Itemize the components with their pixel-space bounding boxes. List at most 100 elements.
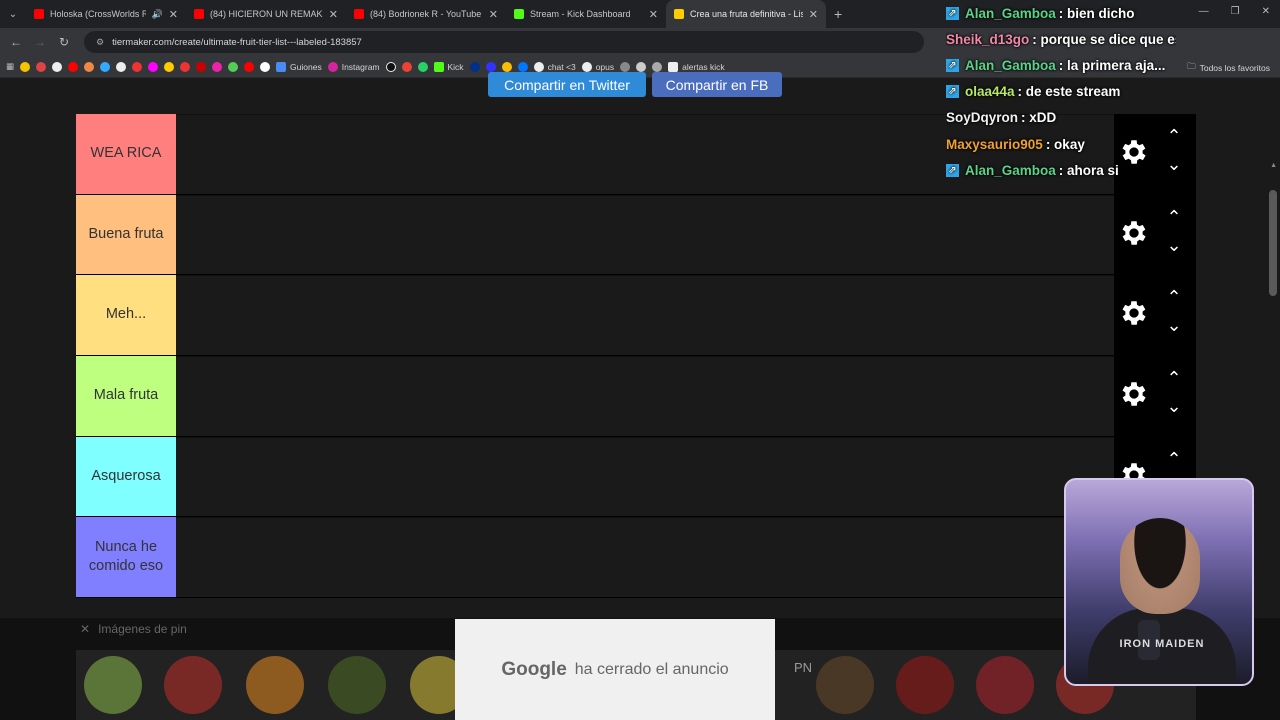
tier-label[interactable]: Nunca he comido eso [76,517,176,598]
minimize-icon[interactable]: — [1199,6,1209,17]
pool-header: ✕ Imágenes de pin [80,622,187,636]
forward-arrow-icon[interactable]: → [28,35,52,49]
move-up-chevron-icon[interactable]: ⌃ [1164,207,1184,228]
bookmark-icon-19[interactable] [620,61,631,72]
tier-row: Asquerosa⌃⌄ [76,436,1196,518]
move-up-chevron-icon[interactable]: ⌃ [1164,449,1184,470]
tab-close-icon[interactable]: ✕ [649,8,658,21]
fruit-image[interactable] [816,656,874,714]
fruit-image[interactable] [164,656,222,714]
tier-row: Meh... ⌃ ⌄ [76,275,1196,357]
url-text: tiermaker.com/create/ultimate-fruit-tier… [112,36,362,48]
move-down-chevron-icon[interactable]: ⌄ [1164,235,1184,256]
subscriber-badge-icon: ⇗ [946,6,959,20]
bookmark-icon-21[interactable] [652,61,663,72]
ad-extra-text: PN [794,660,813,675]
move-up-chevron-icon[interactable]: ⌃ [1164,287,1184,308]
browser-tab[interactable]: (84) Bodrionek R - YouTube ✕ [346,0,506,28]
tier-drop-zone[interactable] [176,436,1114,517]
maximize-icon[interactable]: ❐ [1231,6,1240,17]
bookmark-icon-10[interactable] [164,61,175,72]
tab-close-icon[interactable]: ✕ [329,8,338,21]
tier-label[interactable]: WEA RICA [76,114,176,194]
bookmark-icon-9[interactable] [148,61,159,72]
bookmark-icon-20[interactable] [636,61,647,72]
tab-title: Holoska (CrossWorlds Rem [50,9,146,19]
browser-tab[interactable]: (84) HICIERON UN REMAKE DE ✕ [186,0,346,28]
speaker-icon[interactable]: 🔊 [152,9,163,20]
tier-label[interactable]: Meh... [76,275,176,356]
bookmark-opus[interactable]: opus [581,61,614,72]
fruit-image[interactable] [896,656,954,714]
tab-close-icon[interactable]: ✕ [169,8,178,21]
address-bar[interactable]: ⚙ tiermaker.com/create/ultimate-fruit-ti… [84,31,924,53]
bookmark-icon-paypal[interactable] [469,61,480,72]
fruit-image[interactable] [84,656,142,714]
bookmark-icon-7[interactable] [116,61,127,72]
tier-label[interactable]: Asquerosa [76,436,176,517]
tab-title: (84) Bodrionek R - YouTube [370,9,482,19]
bookmark-icon-drive[interactable] [501,61,512,72]
browser-tab[interactable]: Holoska (CrossWorlds Rem 🔊 ✕ [26,0,186,28]
back-arrow-icon[interactable]: ← [4,35,28,49]
page-scrollbar[interactable] [1269,190,1277,296]
gear-icon[interactable] [1118,297,1150,329]
bookmark-icon-12[interactable] [196,61,207,72]
tier-label[interactable]: Mala fruta [76,356,176,436]
tab-close-icon[interactable]: ✕ [489,8,498,21]
bookmark-instagram[interactable]: Instagram [327,61,380,72]
new-tab-button[interactable]: + [834,6,842,22]
bookmark-icon-8[interactable] [132,61,143,72]
bookmark-icon-tiktok[interactable] [385,61,396,72]
bookmark-icon-2[interactable] [36,61,47,72]
gear-icon[interactable] [1118,378,1150,410]
tab-close-icon[interactable]: ✕ [809,8,818,21]
tier-drop-zone[interactable] [176,356,1114,436]
bookmark-icon-13[interactable] [212,61,223,72]
tier-drop-zone[interactable] [176,275,1114,356]
move-down-chevron-icon[interactable]: ⌄ [1164,315,1184,336]
all-bookmarks-folder[interactable]: 🗀 Todos los favoritos [1187,61,1270,75]
bookmark-icon-6[interactable] [100,61,111,72]
tier-label[interactable]: Buena fruta [76,194,176,275]
fruit-image[interactable] [328,656,386,714]
close-window-icon[interactable]: ✕ [1262,6,1270,17]
bookmark-icon-4[interactable] [68,61,79,72]
tab-favicon-icon [674,9,684,19]
bookmark-icon-3[interactable] [52,61,63,72]
bookmark-icon-18[interactable] [517,61,528,72]
bookmark-icon-11[interactable] [180,61,191,72]
bookmark-alertas-kick[interactable]: alertas kick [668,61,725,72]
browser-tab[interactable]: Stream - Kick Dashboard ✕ [506,0,666,28]
scroll-up-arrow-icon[interactable]: ▲ [1270,162,1277,169]
bookmark-kick[interactable]: Kick [433,61,464,72]
bookmark-icon-1[interactable] [20,61,31,72]
tab-search-chevron-icon[interactable]: ⌄ [0,0,26,28]
move-up-chevron-icon[interactable]: ⌃ [1164,368,1184,389]
streamer-webcam: IRON MAIDEN [1064,478,1254,686]
bookmark-chat[interactable]: chat <3 [533,61,576,72]
share-facebook-button[interactable]: Compartir en FB [652,72,782,97]
move-down-chevron-icon[interactable]: ⌄ [1164,396,1184,417]
reload-icon[interactable]: ↻ [52,35,76,49]
bookmark-guiones[interactable]: Guiones [276,61,322,72]
bookmark-icon-5[interactable] [84,61,95,72]
apps-grid-icon[interactable]: ▦ [6,61,14,72]
bookmark-icon-17[interactable] [485,61,496,72]
bookmark-icon-whatsapp[interactable] [417,61,428,72]
fruit-image[interactable] [976,656,1034,714]
bookmark-icon-16[interactable] [260,61,271,72]
gear-icon[interactable] [1118,217,1150,249]
close-icon[interactable]: ✕ [80,622,90,636]
tier-drop-zone[interactable] [176,194,1114,275]
browser-tab[interactable]: Crea una fruta definitiva - Lista ✕ [666,0,826,28]
bookmark-icon-14[interactable] [228,61,239,72]
tier-drop-zone[interactable] [176,517,1114,598]
chat-username: Alan_Gamboa [965,5,1056,21]
share-twitter-button[interactable]: Compartir en Twitter [488,72,646,97]
fruit-image[interactable] [246,656,304,714]
bookmark-icon-gmail[interactable] [401,61,412,72]
site-info-icon[interactable]: ⚙ [96,37,104,48]
tier-row: Mala fruta ⌃ ⌄ [76,356,1196,437]
bookmark-icon-15[interactable] [244,61,255,72]
